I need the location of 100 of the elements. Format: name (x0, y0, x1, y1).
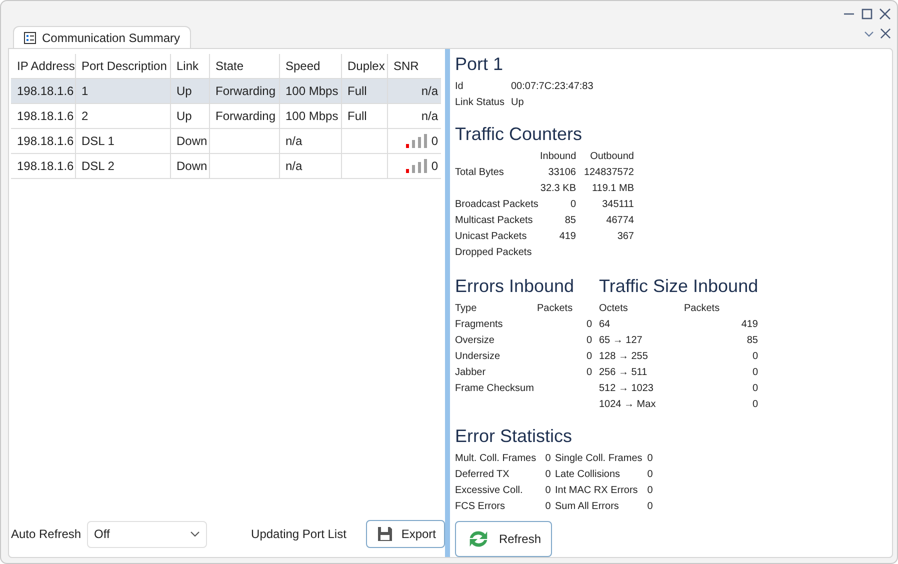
auto-refresh-label: Auto Refresh (11, 527, 82, 541)
column-header: Octets (599, 303, 628, 314)
row-label: 128 → 255 (599, 351, 648, 362)
counter-value: 0 (647, 501, 653, 512)
counter-value: 0 (647, 453, 653, 464)
section-title: Traffic Size Inbound (599, 275, 758, 297)
status-text: Updating Port List (251, 527, 346, 541)
counter-value: 33106 (548, 167, 576, 178)
row-label: 1024 → Max (599, 399, 656, 410)
table-cell: DSL 1 (82, 134, 114, 148)
table-cell: DSL 2 (82, 159, 114, 173)
column-header: Packets (537, 303, 573, 314)
row-label: Excessive Coll. (455, 485, 523, 496)
maximize-icon[interactable] (861, 8, 873, 20)
field-label: Link Status (455, 96, 506, 110)
counter-value: 0 (586, 351, 592, 362)
field-value: 00:07:7C:23:47:83 (511, 80, 594, 94)
row-label: Total Bytes (455, 167, 504, 178)
row-label: Multicast Packets (455, 215, 533, 226)
column-header: Type (455, 303, 477, 314)
section-title: Traffic Counters (455, 123, 584, 145)
counter-value: 0 (545, 453, 551, 464)
row-label: Late Collisions (555, 469, 620, 480)
column-header: Packets (684, 303, 720, 314)
chevron-down-icon[interactable] (864, 28, 874, 38)
counter-value: 0 (647, 469, 653, 480)
counter-value: 85 (564, 215, 576, 226)
counter-value: 419 (559, 231, 576, 242)
row-label: Oversize (455, 335, 494, 346)
table-cell: 198.18.1.6 (17, 134, 74, 148)
table-cell: Down (176, 134, 208, 148)
row-label: Deferred TX (455, 469, 510, 480)
table-cell: Forwarding (216, 84, 276, 98)
table-cell: n/a (421, 109, 438, 123)
row-label: Frame Checksum (455, 383, 534, 394)
auto-refresh-dropdown[interactable]: Off (87, 520, 208, 548)
counter-value: 367 (617, 231, 634, 242)
table-cell: n/a (421, 84, 438, 98)
table-cell: Full (348, 84, 367, 98)
field-value: Up (511, 96, 525, 110)
counter-value: 0 (545, 469, 551, 480)
table-cell: 0 (431, 159, 438, 173)
counter-value: 119.1 MB (592, 183, 634, 194)
row-label: Sum All Errors (555, 501, 619, 512)
table-cell: 0 (431, 134, 438, 148)
counter-value: 0 (647, 485, 653, 496)
counter-value: 46774 (606, 215, 634, 226)
table-cell: Full (348, 109, 367, 123)
table-cell: Up (176, 109, 192, 123)
counter-value: 0 (545, 501, 551, 512)
row-label: Mult. Coll. Frames (455, 453, 536, 464)
column-header: Inbound (540, 151, 576, 162)
counter-value: 0 (752, 367, 758, 378)
table-cell: Up (176, 84, 192, 98)
section-title: Error Statistics (455, 425, 574, 447)
row-label: 64 (599, 319, 610, 330)
counter-value: 0 (752, 399, 758, 410)
counter-value: 0 (545, 485, 551, 496)
counter-value: 32.3 KB (540, 183, 576, 194)
table-cell: n/a (286, 159, 302, 173)
counter-value: 345111 (602, 199, 634, 210)
counter-value: 0 (586, 319, 592, 330)
row-label: Single Coll. Frames (555, 453, 642, 464)
refresh-button[interactable]: Refresh (455, 521, 552, 557)
row-label: FCS Errors (455, 501, 505, 512)
table-cell: 198.18.1.6 (17, 159, 74, 173)
row-label: 256 → 511 (599, 367, 648, 378)
close-icon[interactable] (880, 28, 891, 39)
table-cell: Forwarding (216, 109, 276, 123)
counter-value: 0 (752, 351, 758, 362)
column-header: Outbound (590, 151, 634, 162)
section-title: Port 1 (455, 53, 504, 75)
export-button[interactable]: Export (366, 520, 445, 548)
row-label: 65 → 127 (599, 335, 642, 346)
table-cell: 198.18.1.6 (17, 84, 74, 98)
table-cell: 2 (82, 109, 88, 123)
row-label: Undersize (455, 351, 500, 362)
row-label: Jabber (455, 367, 486, 378)
table-cell: 100 Mbps (286, 84, 338, 98)
section-title: Errors Inbound (455, 275, 576, 297)
row-label: Fragments (455, 319, 503, 330)
counter-value: 0 (570, 199, 576, 210)
list-icon (24, 32, 36, 44)
counter-value: 0 (586, 367, 592, 378)
row-label: Broadcast Packets (455, 199, 538, 210)
row-label: 512 → 1023 (599, 383, 654, 394)
counter-value: 0 (752, 383, 758, 394)
counter-value: 85 (746, 335, 758, 346)
row-label: Dropped Packets (455, 247, 532, 258)
field-label: Id (455, 80, 464, 94)
save-icon (377, 526, 394, 542)
close-icon[interactable] (879, 8, 891, 20)
tab[interactable]: Communication Summary (13, 26, 192, 48)
table-cell: 100 Mbps (286, 109, 338, 123)
counter-value: 0 (586, 335, 592, 346)
chevron-down-icon (190, 529, 200, 539)
row-label: Unicast Packets (455, 231, 527, 242)
counter-value: 419 (741, 319, 758, 330)
table-cell: 1 (82, 84, 88, 98)
table-cell: 198.18.1.6 (17, 109, 74, 123)
